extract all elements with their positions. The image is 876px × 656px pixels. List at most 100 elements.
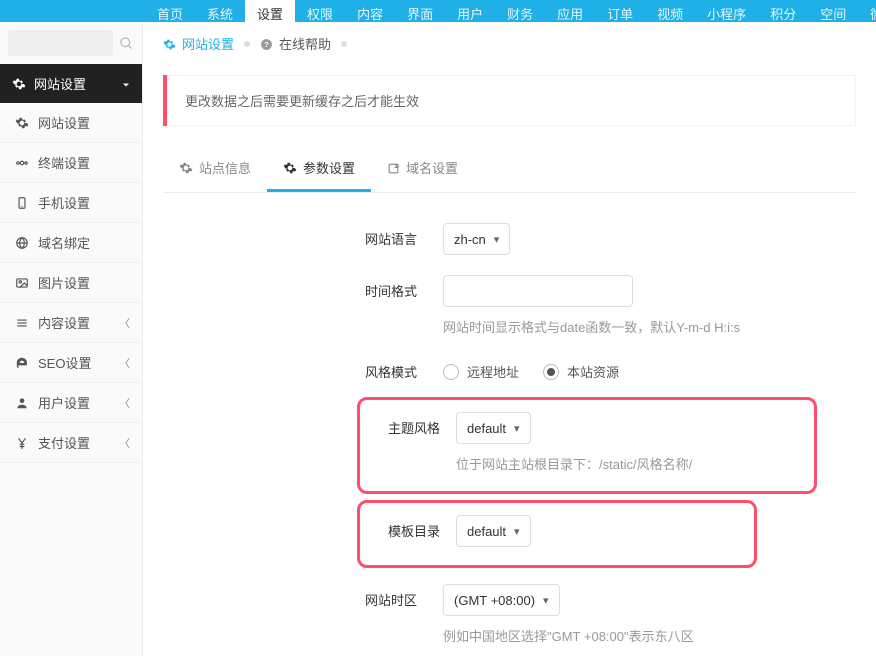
caret-icon: ▾ [494,233,500,246]
devices-icon [14,155,30,171]
label-timezone: 网站时区 [163,584,443,609]
image-icon [14,275,30,291]
sidebar-group[interactable]: 用户设置 〈 [0,383,142,423]
label-timeformat: 时间格式 [163,275,443,300]
caret-icon: ▾ [514,525,520,538]
user-icon [14,395,30,411]
sidebar: 网站设置 网站设置终端设置手机设置域名绑定图片设置 内容设置〈SEO设置〈用户设… [0,22,143,656]
caret-icon: ▾ [514,422,520,435]
nav-item[interactable]: 界面 [395,0,445,22]
breadcrumb-separator [341,41,347,47]
caret-icon: ▾ [543,594,549,607]
breadcrumb-help[interactable]: ? 在线帮助 [260,34,331,53]
sidebar-item-label: 域名绑定 [38,233,90,252]
sidebar-group-label: SEO设置 [38,353,91,372]
nav-item[interactable]: 权限 [295,0,345,22]
label-language: 网站语言 [163,223,443,248]
help-theme: 位于网站主站根目录下：/static/风格名称/ [456,454,804,473]
chevron-left-icon: 〈 [119,435,130,451]
help-icon: ? [260,36,273,51]
chevron-left-icon: 〈 [119,395,130,411]
sidebar-item-label: 终端设置 [38,153,90,172]
sidebar-group[interactable]: 内容设置〈 [0,303,142,343]
nav-item[interactable]: 订单 [595,0,645,22]
tab[interactable]: 站点信息 [163,146,267,192]
mobile-icon [14,195,30,211]
nav-item[interactable]: 视频 [645,0,695,22]
sidebar-header[interactable]: 网站设置 [0,64,142,103]
nav-item[interactable]: 应用 [545,0,595,22]
select-language[interactable]: zh-cn ▾ [443,223,510,255]
help-timezone: 例如中国地区选择"GMT +08:00"表示东八区 [443,626,856,645]
select-theme[interactable]: default ▾ [456,412,531,444]
label-template: 模板目录 [370,515,456,540]
globe-icon [14,235,30,251]
nav-item[interactable]: 设置 [245,0,295,22]
select-template-value: default [467,524,506,539]
row-timezone: 网站时区 (GMT +08:00) ▾ 例如中国地区选择"GMT +08:00"… [163,574,856,655]
tab-label: 域名设置 [406,158,458,177]
gear-icon [283,160,297,176]
tab-label: 参数设置 [303,158,355,177]
nav-item[interactable]: 微信 [858,0,876,22]
sidebar-item-label: 网站设置 [38,113,90,132]
gear-icon [179,160,193,176]
row-template: 模板目录 default ▾ [370,511,744,551]
tab-label: 站点信息 [199,158,251,177]
tab[interactable]: 域名设置 [371,146,474,192]
top-nav: 首页系统设置权限内容界面用户财务应用订单视频小程序积分空间微信 [0,0,876,22]
sidebar-item[interactable]: 域名绑定 [0,223,142,263]
main-content: 网站设置 ? 在线帮助 更改数据之后需要更新缓存之后才能生效 站点信息参数设置域… [143,22,876,656]
search-input[interactable] [8,30,113,56]
list-icon [14,315,30,331]
breadcrumb-separator [244,41,250,47]
gear-icon [163,36,176,51]
tabs: 站点信息 参数设置 域名设置 [163,146,856,193]
radio-local[interactable]: 本站资源 [543,362,619,381]
sidebar-item[interactable]: 终端设置 [0,143,142,183]
chevron-down-icon [120,76,132,91]
chevron-left-icon: 〈 [119,315,130,331]
sidebar-item[interactable]: 网站设置 [0,103,142,143]
breadcrumb: 网站设置 ? 在线帮助 [143,22,876,65]
row-theme: 主题风格 default ▾ 位于网站主站根目录下：/static/风格名称/ [370,408,804,477]
nav-item[interactable]: 内容 [345,0,395,22]
highlight-template: 模板目录 default ▾ [357,500,757,568]
select-timezone-value: (GMT +08:00) [454,593,535,608]
sidebar-group[interactable]: 支付设置 〈 [0,423,142,463]
sidebar-item[interactable]: 手机设置 [0,183,142,223]
select-template[interactable]: default ▾ [456,515,531,547]
sidebar-group[interactable]: SEO设置〈 [0,343,142,383]
nav-item[interactable]: 用户 [445,0,495,22]
radio-remote-label: 远程地址 [467,362,519,381]
select-timezone[interactable]: (GMT +08:00) ▾ [443,584,560,616]
ie-icon [14,355,30,371]
highlight-theme: 主题风格 default ▾ 位于网站主站根目录下：/static/风格名称/ [357,397,817,494]
breadcrumb-help-label: 在线帮助 [279,34,331,53]
gear-icon [12,76,26,92]
breadcrumb-current[interactable]: 网站设置 [163,34,234,53]
nav-item[interactable]: 系统 [195,0,245,22]
sidebar-search [0,22,142,64]
nav-item[interactable]: 空间 [808,0,858,22]
breadcrumb-current-label: 网站设置 [182,34,234,53]
yen-icon [14,435,30,451]
tab[interactable]: 参数设置 [267,146,371,192]
nav-item[interactable]: 积分 [758,0,808,22]
radio-remote[interactable]: 远程地址 [443,362,519,381]
share-icon [387,160,400,175]
nav-item[interactable]: 小程序 [695,0,758,22]
nav-item[interactable]: 财务 [495,0,545,22]
search-icon[interactable] [119,35,134,52]
sidebar-group-label: 支付设置 [38,433,90,452]
nav-item[interactable]: 首页 [145,0,195,22]
sidebar-group-label: 用户设置 [38,393,90,412]
gear-icon [14,115,30,131]
sidebar-item[interactable]: 图片设置 [0,263,142,303]
help-timeformat: 网站时间显示格式与date函数一致，默认Y-m-d H:i:s [443,317,856,336]
row-timeformat: 时间格式 网站时间显示格式与date函数一致，默认Y-m-d H:i:s [163,265,856,346]
input-timeformat[interactable] [443,275,633,307]
radio-dot [443,364,459,380]
radio-dot [543,364,559,380]
svg-text:?: ? [264,40,269,49]
